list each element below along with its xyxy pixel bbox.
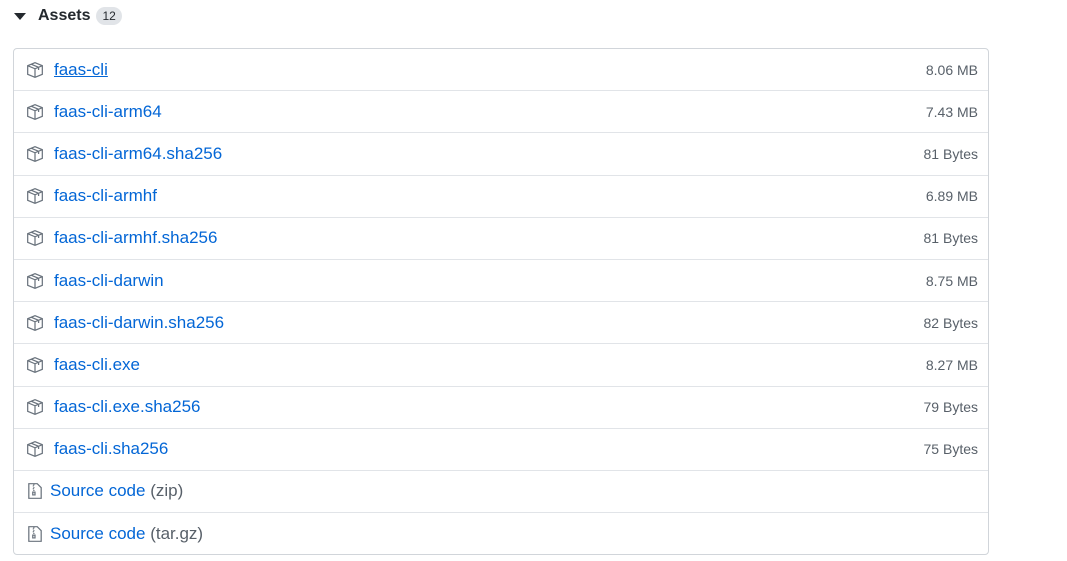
asset-link-faas-cli-exe[interactable]: faas-cli.exe — [54, 355, 140, 375]
asset-link-faas-cli-arm64[interactable]: faas-cli-arm64 — [54, 102, 162, 122]
package-icon — [26, 61, 44, 79]
asset-link-faas-cli-darwin-sha256[interactable]: faas-cli-darwin.sha256 — [54, 313, 224, 333]
asset-link-faas-cli[interactable]: faas-cli — [54, 60, 108, 80]
asset-row: faas-cli.exe.sha256 79 Bytes — [14, 387, 988, 429]
asset-row-source-targz: Source code (tar.gz) — [14, 513, 988, 554]
asset-row: faas-cli-armhf 6.89 MB — [14, 176, 988, 218]
asset-size: 81 Bytes — [923, 145, 978, 162]
source-code-zip-link[interactable]: Source code (zip) — [50, 481, 183, 501]
package-icon — [26, 356, 44, 374]
package-icon — [26, 103, 44, 121]
asset-link-faas-cli-armhf[interactable]: faas-cli-armhf — [54, 186, 157, 206]
asset-link-faas-cli-darwin[interactable]: faas-cli-darwin — [54, 271, 164, 291]
package-icon — [26, 145, 44, 163]
asset-size: 82 Bytes — [923, 314, 978, 331]
asset-row: faas-cli 8.06 MB — [14, 49, 988, 92]
asset-link-faas-cli-sha256[interactable]: faas-cli.sha256 — [54, 439, 168, 459]
asset-row: faas-cli.exe 8.27 MB — [14, 344, 988, 387]
asset-size: 6.89 MB — [925, 188, 978, 205]
asset-size: 8.27 MB — [925, 356, 978, 373]
package-icon — [26, 229, 44, 247]
asset-size: 7.43 MB — [925, 103, 978, 120]
asset-row: faas-cli-darwin 8.75 MB — [14, 260, 988, 303]
source-code-targz-link[interactable]: Source code (tar.gz) — [50, 524, 203, 544]
asset-size: 8.06 MB — [925, 61, 978, 78]
triangle-down-icon — [14, 13, 26, 20]
source-code-label: Source code — [50, 481, 146, 501]
source-code-format: (zip) — [150, 481, 184, 501]
asset-size: 75 Bytes — [923, 441, 978, 458]
asset-link-faas-cli-exe-sha256[interactable]: faas-cli.exe.sha256 — [54, 397, 200, 417]
source-code-format: (tar.gz) — [150, 524, 204, 544]
package-icon — [26, 314, 44, 332]
package-icon — [26, 440, 44, 458]
asset-row: faas-cli-darwin.sha256 82 Bytes — [14, 302, 988, 345]
assets-list: faas-cli 8.06 MB faas-cli-arm64 7.43 MB … — [13, 48, 989, 555]
package-icon — [26, 272, 44, 290]
file-zip-icon — [26, 525, 44, 543]
source-code-label: Source code — [50, 524, 146, 544]
asset-size: 8.75 MB — [925, 272, 978, 289]
asset-size: 79 Bytes — [923, 399, 978, 416]
asset-link-faas-cli-armhf-sha256[interactable]: faas-cli-armhf.sha256 — [54, 228, 217, 248]
asset-link-faas-cli-arm64-sha256[interactable]: faas-cli-arm64.sha256 — [54, 144, 222, 164]
asset-row: faas-cli.sha256 75 Bytes — [14, 429, 988, 471]
package-icon — [26, 187, 44, 205]
asset-size: 81 Bytes — [923, 230, 978, 247]
asset-row: faas-cli-arm64 7.43 MB — [14, 91, 988, 134]
asset-row: faas-cli-arm64.sha256 81 Bytes — [14, 133, 988, 176]
file-zip-icon — [26, 482, 44, 500]
assets-title: Assets — [38, 7, 91, 24]
package-icon — [26, 398, 44, 416]
asset-row: faas-cli-armhf.sha256 81 Bytes — [14, 218, 988, 260]
assets-toggle[interactable]: Assets 12 — [14, 4, 122, 28]
assets-count-badge: 12 — [96, 7, 122, 25]
asset-row-source-zip: Source code (zip) — [14, 471, 988, 514]
